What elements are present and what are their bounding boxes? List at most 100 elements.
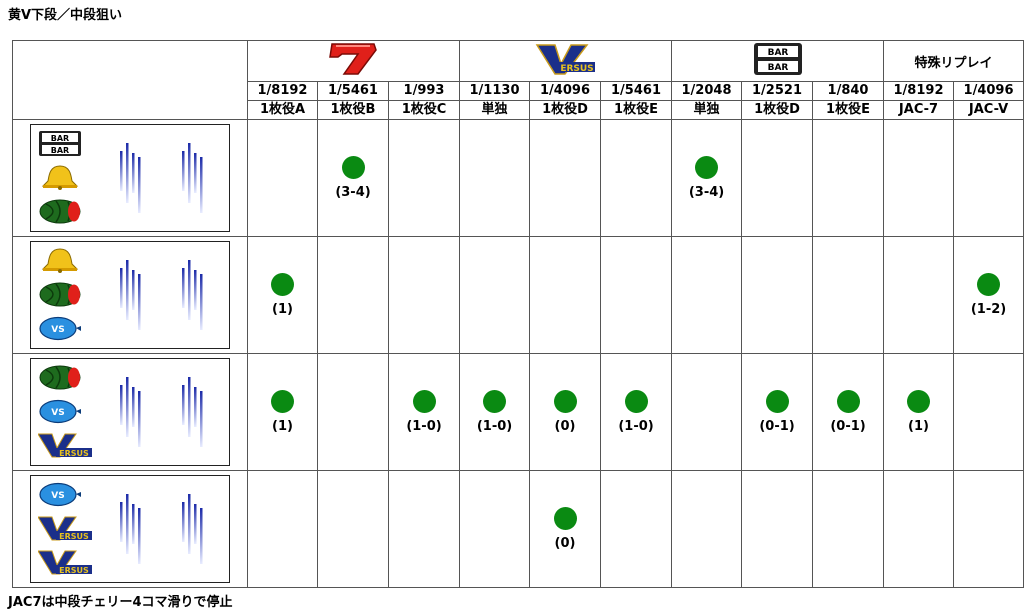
vs-plum-icon: VS: [38, 482, 82, 507]
probability-cell: 1/5461: [317, 81, 389, 101]
special-replay-label: 特殊リプレイ: [914, 55, 993, 71]
hit-cell: (1): [247, 353, 318, 471]
reel-stop-lines-icon: [119, 377, 149, 451]
svg-text:VS: VS: [51, 491, 64, 501]
hit-cell: [671, 353, 743, 471]
reel-pattern-cell: VS: [12, 236, 248, 354]
hit-marker-icon: [836, 390, 860, 413]
probability-cell: 1/2521: [741, 81, 814, 101]
hit-cell: [883, 236, 955, 354]
bar-group-header: BAR BAR: [671, 40, 885, 82]
probability-cell: 1/993: [387, 81, 461, 101]
reel-stop-lines-icon: [119, 494, 149, 568]
slip-count-label: (1-0): [476, 419, 513, 434]
probability-cell: 1/4096: [529, 81, 602, 101]
hit-cell: [600, 470, 673, 588]
hit-cell: [671, 236, 743, 354]
reel-pattern-cell: VS ERSUS ERSUS: [12, 470, 248, 588]
hit-cell: (0-1): [741, 353, 814, 471]
bell-icon: [38, 165, 82, 190]
reel-pattern-cell: BAR BAR: [12, 119, 248, 237]
probability-cell: 1/2048: [671, 81, 743, 101]
hit-cell: [459, 236, 531, 354]
role-cell: 1枚役D: [741, 100, 814, 120]
red-seven-icon: [328, 43, 377, 75]
hit-cell: [883, 470, 955, 588]
slip-count-label: (0-1): [830, 419, 866, 434]
svg-text:BAR: BAR: [767, 48, 788, 58]
reel-pattern-box: BAR BAR: [30, 124, 230, 232]
role-cell: 単独: [671, 100, 743, 120]
svg-text:VS: VS: [51, 325, 64, 335]
hit-cell: [529, 236, 602, 354]
role-cell: 1枚役E: [812, 100, 885, 120]
vs-plum-icon: VS: [38, 399, 82, 424]
hit-cell: [387, 236, 461, 354]
slip-count-label: (1): [272, 302, 293, 317]
hit-cell: (1-0): [387, 353, 461, 471]
slip-count-label: (0): [554, 419, 576, 434]
hit-cell: [953, 119, 1024, 237]
hit-marker-icon: [553, 507, 577, 530]
footnote: JAC7は中段チェリー4コマ滑りで停止: [8, 595, 233, 610]
vs-plum-icon: VS: [38, 316, 82, 341]
hit-cell: [459, 119, 531, 237]
probability-cell: 1/5461: [600, 81, 673, 101]
special-replay-header: 特殊リプレイ: [883, 40, 1024, 82]
role-cell: 1枚役D: [529, 100, 602, 120]
role-cell: 1枚役E: [600, 100, 673, 120]
hit-marker-icon: [271, 390, 294, 413]
hit-cell: [600, 236, 673, 354]
svg-text:VS: VS: [51, 408, 64, 418]
slip-count-label: (1-2): [970, 302, 1007, 317]
corner-cell: [12, 40, 248, 120]
hit-cell: [953, 470, 1024, 588]
slip-count-label: (1-0): [618, 419, 654, 434]
reel-stop-lines-icon: [181, 494, 211, 568]
role-cell: JAC-V: [953, 100, 1024, 120]
role-cell: 単独: [459, 100, 531, 120]
reel-stop-lines-icon: [181, 260, 211, 334]
hit-cell: (0): [529, 470, 602, 588]
hit-cell: [812, 470, 885, 588]
watermelon-icon: [38, 365, 82, 390]
svg-text:ERSUS: ERSUS: [59, 566, 89, 575]
pattern-row: BAR BAR (3-4) (3-4): [12, 119, 1024, 237]
slip-count-label: (1): [908, 419, 929, 434]
slip-count-label: (1-0): [406, 419, 442, 434]
probability-cell: 1/840: [812, 81, 885, 101]
svg-text:BAR: BAR: [51, 146, 69, 155]
hit-cell: [671, 470, 743, 588]
hit-cell: (3-4): [317, 119, 389, 237]
hit-cell: [387, 119, 461, 237]
versus-logo-icon: ERSUS: [535, 44, 595, 75]
versus-v-icon: ERSUS: [37, 433, 92, 458]
hit-cell: [741, 119, 814, 237]
hit-cell: [387, 470, 461, 588]
page-title: 黄V下段／中段狙い: [8, 8, 123, 23]
hit-cell: [600, 119, 673, 237]
probability-cell: 1/8192: [883, 81, 955, 101]
probability-cell: 1/8192: [247, 81, 318, 101]
svg-text:BAR: BAR: [767, 63, 788, 73]
versus-v-icon: ERSUS: [37, 516, 92, 541]
hit-marker-icon: [977, 273, 1001, 296]
hit-cell: (1-0): [459, 353, 531, 471]
hit-cell: [741, 470, 814, 588]
pattern-row: VS (1) (1-2): [12, 236, 1024, 354]
hit-cell: (1-2): [953, 236, 1024, 354]
hit-cell: [953, 353, 1024, 471]
hit-cell: [247, 119, 318, 237]
hit-cell: (1): [247, 236, 318, 354]
svg-text:ERSUS: ERSUS: [59, 532, 89, 541]
slip-count-label: (0-1): [759, 419, 795, 434]
reel-pattern-box: VS ERSUS: [30, 358, 230, 466]
hit-marker-icon: [553, 390, 577, 413]
role-cell: 1枚役A: [247, 100, 318, 120]
slip-count-label: (3-4): [688, 185, 725, 200]
svg-text:BAR: BAR: [51, 134, 69, 143]
versus-v-icon: ERSUS: [37, 550, 92, 575]
hit-marker-icon: [624, 390, 648, 413]
role-cell: JAC-7: [883, 100, 955, 120]
hit-cell: (0-1): [812, 353, 885, 471]
